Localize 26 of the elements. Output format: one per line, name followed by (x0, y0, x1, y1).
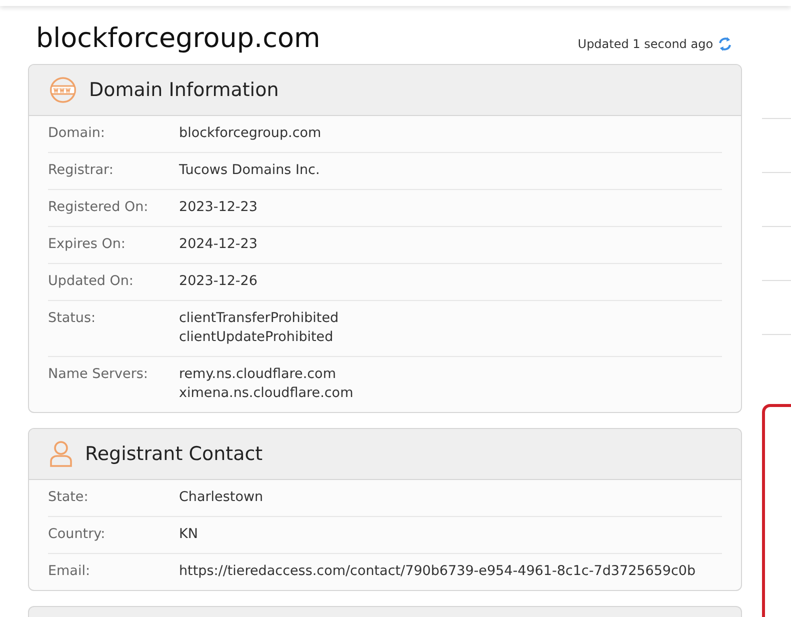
card-title: Domain Information (89, 79, 279, 101)
page-title: blockforcegroup.com (36, 22, 320, 56)
field-value: clientUpdateProhibited (179, 328, 334, 347)
field-value: Tucows Domains Inc. (179, 161, 320, 180)
field-label: Expires On: (48, 235, 126, 254)
field-value: blockforcegroup.com (179, 124, 322, 143)
field-label: Domain: (48, 124, 106, 143)
field-label: Country: (48, 525, 106, 544)
field-value: 2023-12-26 (179, 272, 258, 291)
field-value: https://tieredaccess.com/contact/790b6739-e954-4961-8c1c-7d3725659c0b (179, 562, 696, 581)
field-label: Status: (48, 309, 97, 328)
field-value: 2023-12-23 (179, 198, 258, 217)
updated-text: Updated 1 second ago (578, 37, 714, 51)
field-value: KN (179, 525, 198, 544)
card-title: Registrant Contact (85, 443, 263, 465)
field-label: Name Servers: (48, 365, 149, 384)
field-value: 2024-12-23 (179, 235, 258, 254)
field-label: State: (48, 488, 90, 507)
field-value: Charlestown (179, 488, 264, 507)
field-value: remy.ns.cloudflare.com (179, 365, 337, 384)
field-label: Email: (48, 562, 92, 581)
field-label: Registered On: (48, 198, 150, 217)
field-label: Registrar: (48, 161, 114, 180)
field-label: Updated On: (48, 272, 134, 291)
field-value: ximena.ns.cloudflare.com (179, 384, 354, 403)
field-value: clientTransferProhibited (179, 309, 339, 328)
